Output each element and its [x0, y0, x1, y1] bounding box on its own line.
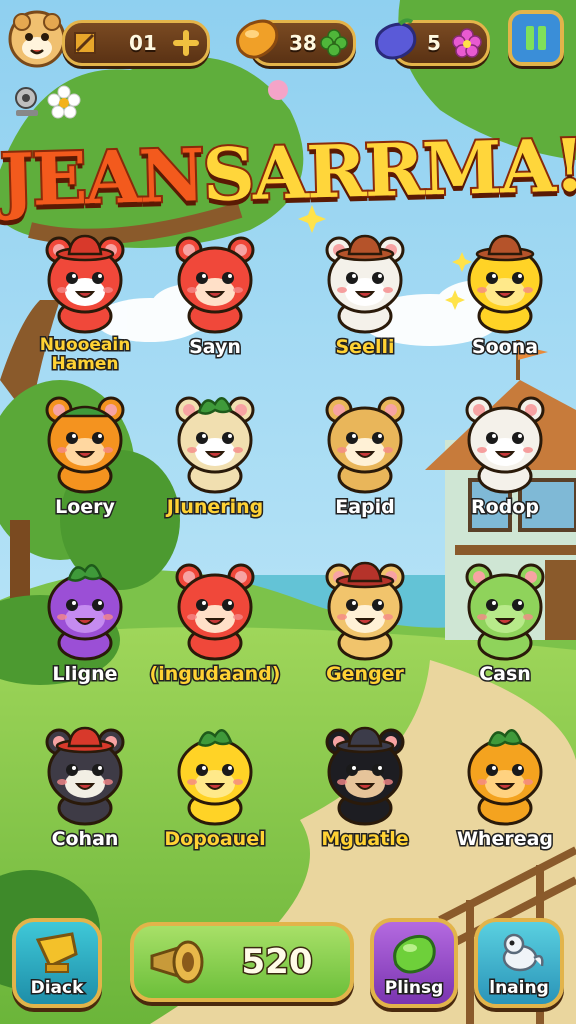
character-name: Soona: [470, 335, 539, 360]
character-name: Lligne: [51, 662, 119, 687]
character-name: Seelli: [334, 335, 396, 360]
character-card-pineapple-hamster[interactable]: Jlunering: [150, 388, 280, 538]
back-button-label: Diack: [29, 977, 85, 1000]
character-card-white-bear-hat[interactable]: Seelli: [300, 228, 430, 378]
level-flag-icon: [74, 32, 96, 54]
character-card-red-fox[interactable]: Sayn: [150, 228, 280, 378]
score-value: 520: [240, 941, 314, 984]
horn-icon: [150, 940, 204, 984]
bean-icon: [236, 19, 279, 59]
score-panel: 520: [130, 922, 354, 1002]
play-button[interactable]: Plinsg: [370, 918, 458, 1008]
player-avatar[interactable]: [8, 10, 66, 68]
game-screen: 01 38 5 JEANSARRMA! Nuooeain Hamen Sayn …: [0, 0, 576, 1024]
play-button-label: Plinsg: [383, 977, 444, 1000]
gallery-button[interactable]: lnaing: [474, 918, 564, 1008]
character-name: Sayn: [188, 335, 243, 360]
character-card-purple-blob-leaf[interactable]: Lligne: [20, 555, 150, 705]
pause-button[interactable]: [508, 10, 564, 66]
white-bear-hat-icon: [325, 234, 405, 334]
game-title: JEANSARRMA!: [0, 120, 576, 224]
red-fox-hat-icon: [45, 234, 125, 334]
black-bear-hat-icon: [325, 726, 405, 826]
character-card-black-bear-hat[interactable]: Mguatle: [300, 720, 430, 870]
tan-hamster-icon: [325, 396, 405, 494]
character-card-tan-hamster-hat[interactable]: Genger: [300, 555, 430, 705]
title-part-1: JEAN: [0, 130, 206, 224]
character-name: Rodop: [470, 495, 541, 520]
pause-icon: [526, 26, 546, 50]
character-name: (ingudaand): [148, 662, 282, 687]
character-card-orange-cat-cap[interactable]: Loery: [20, 388, 150, 538]
green-bean-icon: [393, 934, 436, 974]
character-card-tan-hamster[interactable]: Eapid: [300, 388, 430, 538]
orange-cat-cap-icon: [45, 396, 125, 494]
character-card-red-fox-hat[interactable]: Nuooeain Hamen: [20, 228, 150, 378]
character-card-dark-skunk-hat[interactable]: Cohan: [20, 720, 150, 870]
yellow-fruit-leaf-icon: [177, 729, 253, 826]
gallery-button-label: lnaing: [488, 977, 550, 1000]
purple-blob-leaf-icon: [47, 564, 123, 661]
character-name: Cohan: [50, 827, 120, 852]
character-card-yellow-chick-hat[interactable]: Soona: [440, 228, 570, 378]
pineapple-hamster-icon: [175, 396, 255, 494]
character-name: Eapid: [334, 495, 397, 520]
character-name: Jlunering: [165, 495, 265, 520]
character-name: Mguatle: [320, 827, 410, 852]
camera-icon[interactable]: [10, 84, 46, 120]
character-name: Loery: [54, 495, 117, 520]
white-bear-icon: [465, 396, 545, 494]
red-fox-icon: [175, 563, 255, 661]
dark-skunk-hat-icon: [45, 726, 125, 826]
gem-count: 5: [427, 31, 441, 55]
player-level: 01: [129, 31, 157, 55]
character-card-yellow-fruit-leaf[interactable]: Dopoauel: [150, 720, 280, 870]
character-name: Whereag: [455, 827, 554, 852]
green-bear-icon: [465, 563, 545, 661]
character-name: Dopoauel: [163, 827, 267, 852]
hamster-avatar-icon: [8, 10, 66, 68]
character-name: Genger: [325, 662, 406, 687]
character-name: Casn: [478, 662, 533, 687]
bean-count: 38: [289, 31, 317, 55]
add-icon[interactable]: [173, 30, 199, 56]
title-part-2: SARRMA!: [200, 120, 576, 219]
character-card-orange-fruit-leaf[interactable]: Whereag: [440, 720, 570, 870]
orange-fruit-leaf-icon: [467, 729, 543, 826]
character-card-green-bear[interactable]: Casn: [440, 555, 570, 705]
yellow-chick-hat-icon: [467, 234, 543, 334]
character-name: Nuooeain Hamen: [38, 334, 132, 375]
character-card-red-fox[interactable]: (ingudaand): [148, 555, 282, 705]
tan-hamster-hat-icon: [325, 561, 405, 661]
clover-icon: [320, 29, 348, 57]
back-button[interactable]: Diack: [12, 918, 102, 1008]
level-bar: 01: [62, 20, 210, 66]
red-fox-icon: [175, 236, 255, 334]
pink-flower-icon: [452, 28, 482, 58]
dolphin-icon: [502, 933, 544, 972]
trophy-icon: [35, 932, 78, 973]
daisy-icon[interactable]: [46, 84, 82, 120]
character-card-white-bear[interactable]: Rodop: [440, 388, 570, 538]
blue-bean-icon: [375, 18, 417, 60]
